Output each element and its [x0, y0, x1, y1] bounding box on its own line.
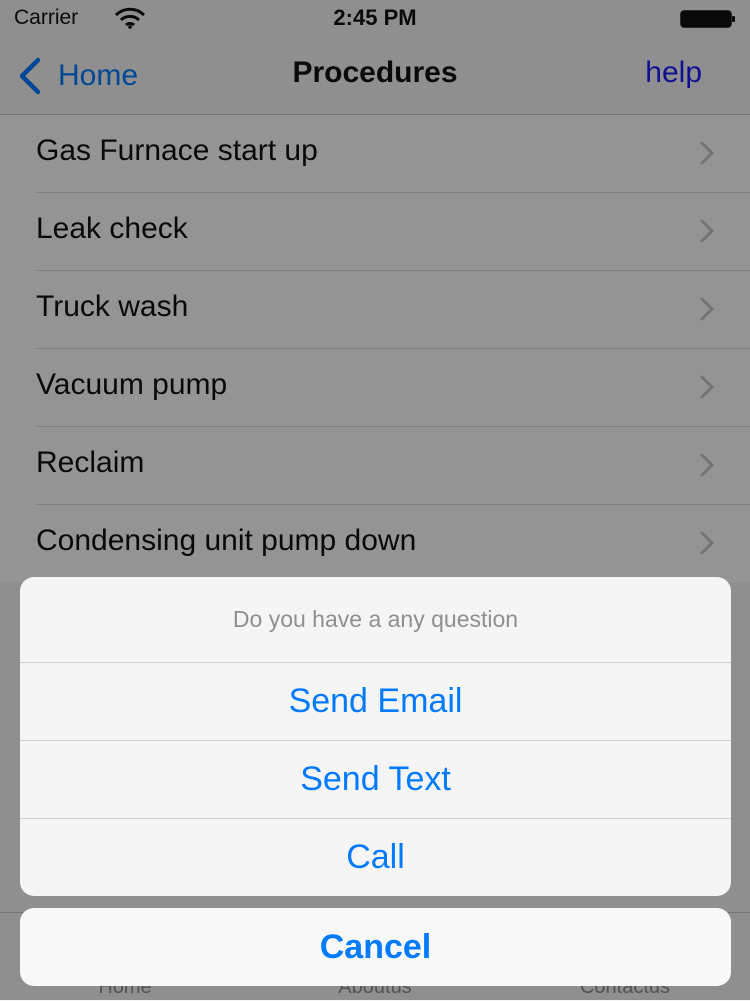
cancel-button[interactable]: Cancel — [20, 908, 731, 986]
call-button[interactable]: Call — [20, 819, 731, 896]
action-sheet: Do you have a any question Send Email Se… — [20, 577, 731, 896]
action-sheet-title: Do you have a any question — [20, 577, 731, 663]
send-text-button[interactable]: Send Text — [20, 741, 731, 819]
send-email-button[interactable]: Send Email — [20, 663, 731, 741]
